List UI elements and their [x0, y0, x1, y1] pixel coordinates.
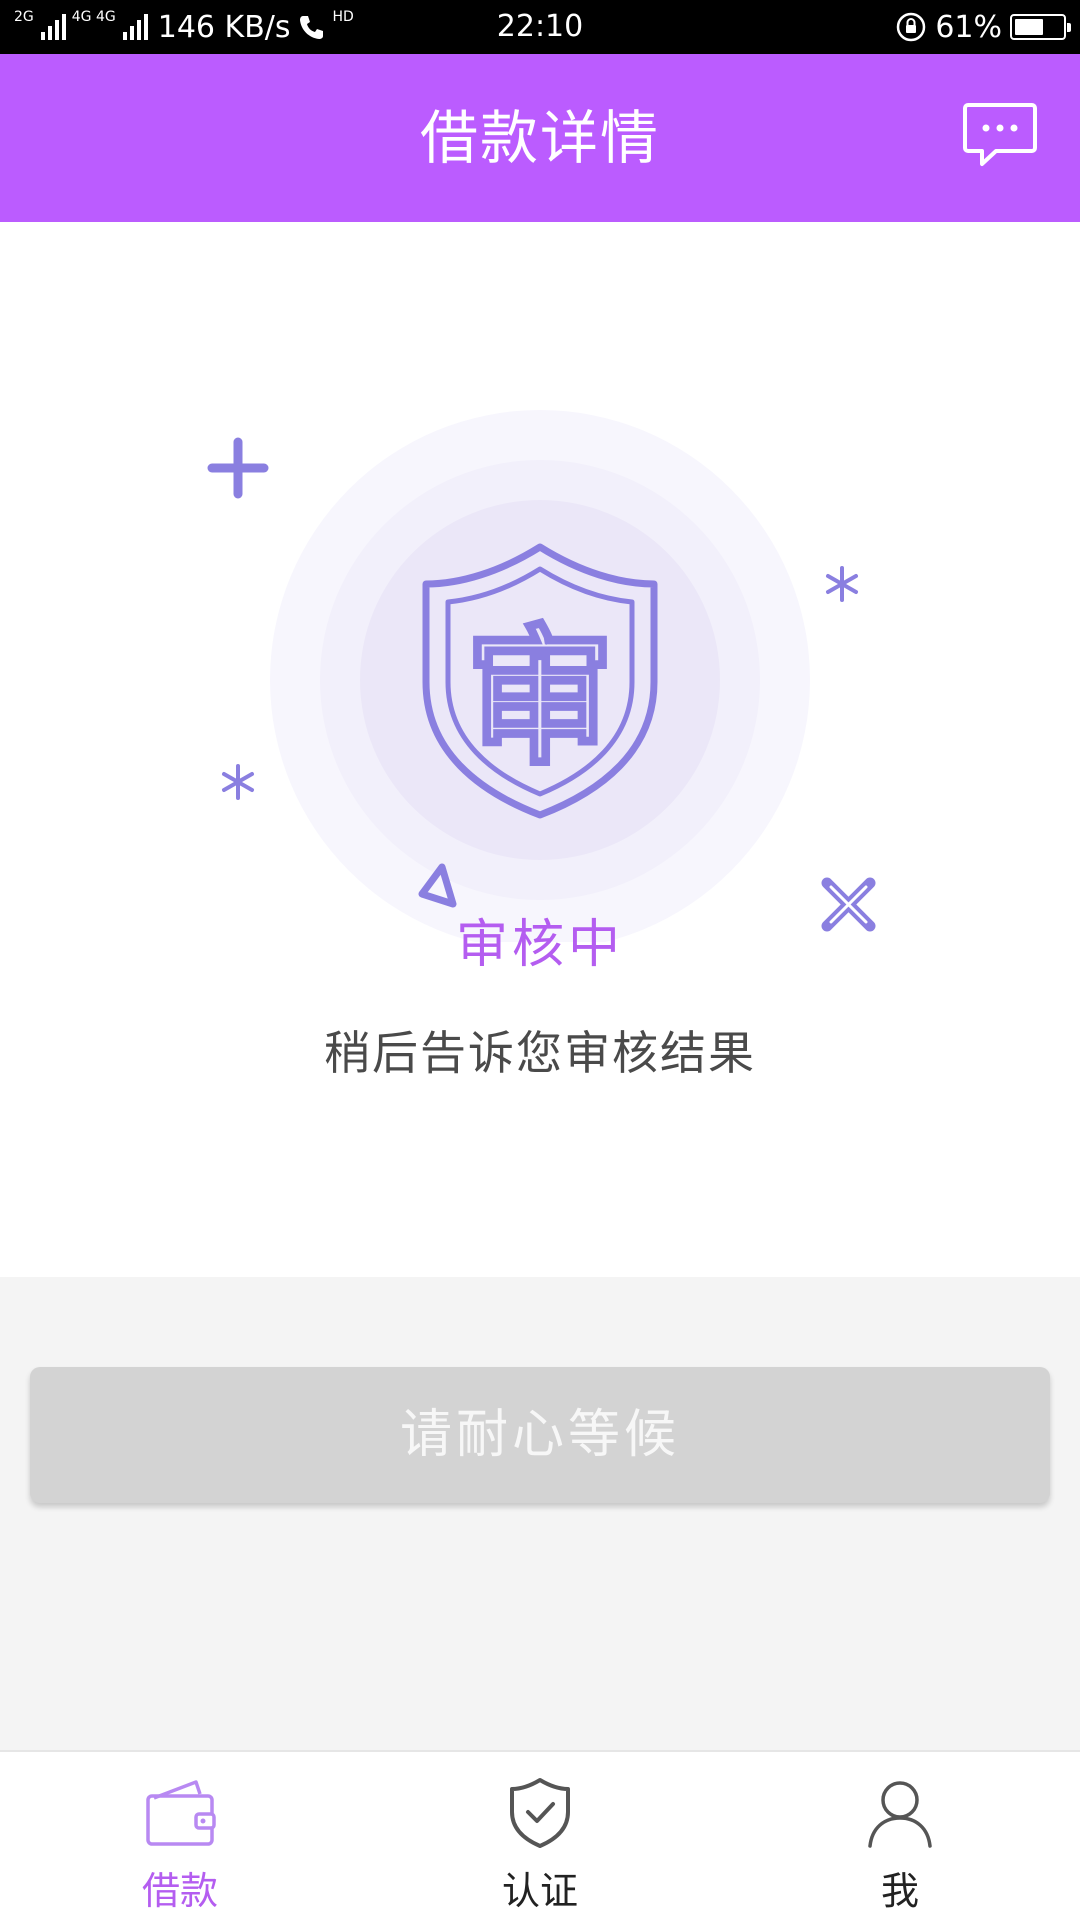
nav-item-loan[interactable]: 借款 — [0, 1752, 360, 1920]
nav-label-me: 我 — [880, 1869, 919, 1913]
rotation-lock-icon — [897, 12, 926, 42]
app-header: 借款详情 — [0, 54, 1080, 222]
review-status-description: 稍后告诉您审核结果 — [324, 1026, 756, 1080]
battery-percent: 61% — [935, 9, 1002, 45]
wallet-icon — [146, 1780, 216, 1846]
nav-label-verify: 认证 — [501, 1869, 578, 1913]
bottom-nav: 借款 认证 我 — [0, 1750, 1080, 1920]
nav-item-verify[interactable]: 认证 — [360, 1752, 720, 1920]
review-status-title: 审核中 — [455, 915, 624, 975]
message-button[interactable] — [962, 102, 1038, 172]
nav-label-loan: 借款 — [141, 1869, 218, 1913]
status-right: 61% — [895, 0, 1071, 54]
review-illustration: 审 — [207, 410, 876, 942]
shield-character: 审 — [465, 612, 615, 786]
nav-item-me[interactable]: 我 — [720, 1752, 1080, 1920]
please-wait-button[interactable]: 请耐心等候 — [30, 1367, 1050, 1503]
status-bar: 2G 4G 4G 146 KB/s HD 22:10 61% — [0, 0, 1080, 54]
main-card: 审 审核中 稍后告诉您审核结果 — [0, 222, 1080, 1277]
battery-icon — [1010, 14, 1071, 40]
asterisk-decoration-left — [222, 764, 254, 800]
asterisk-decoration-right — [826, 566, 858, 602]
battery-fill — [1015, 19, 1044, 35]
chat-bubble-icon — [963, 103, 1037, 166]
page-title: 借款详情 — [419, 104, 660, 172]
user-icon — [868, 1781, 932, 1848]
shield-check-icon — [510, 1778, 570, 1848]
plus-decoration — [207, 437, 269, 499]
